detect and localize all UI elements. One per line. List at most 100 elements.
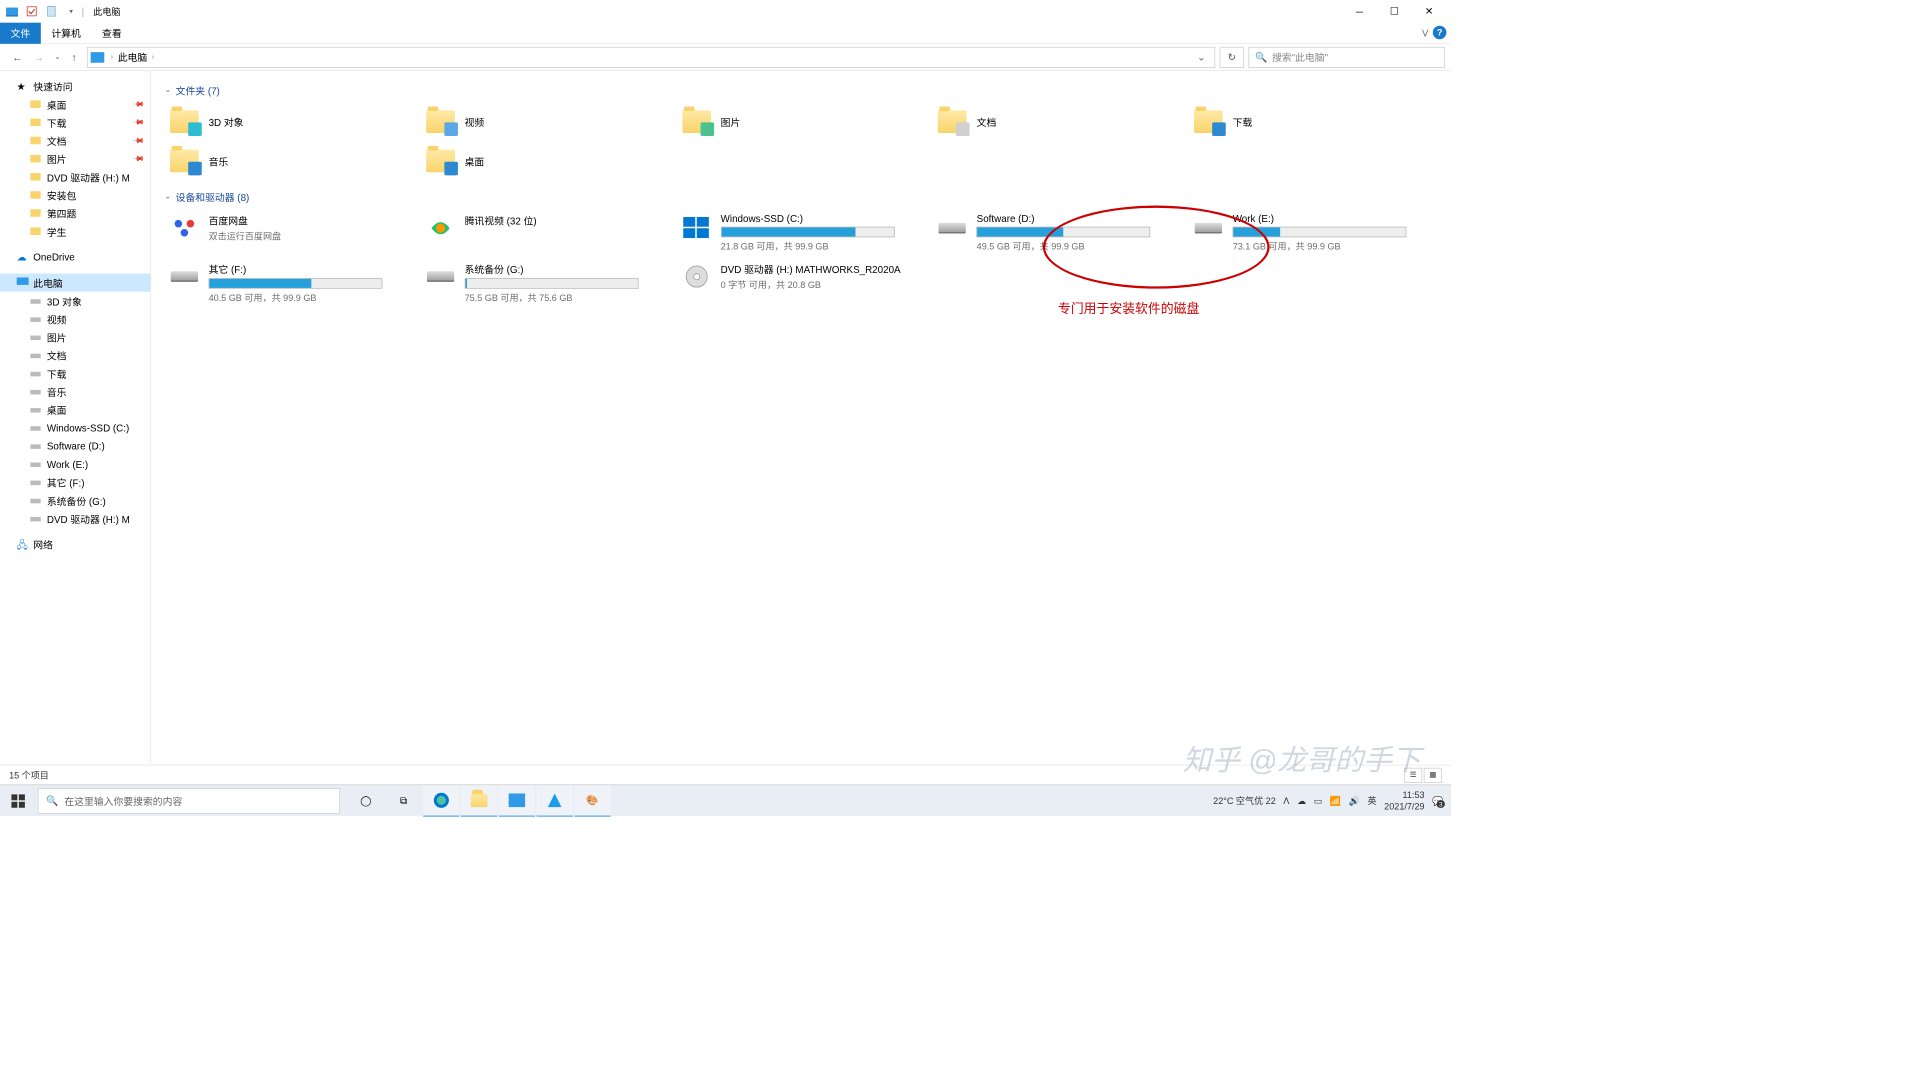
drive-item[interactable]: Software (D:)49.5 GB 可用，共 99.9 GB — [933, 210, 1181, 255]
pin-icon: 📌 — [132, 134, 145, 147]
sidebar-this-pc[interactable]: 此电脑 — [0, 274, 150, 292]
sidebar-item[interactable]: 文档 — [0, 346, 150, 364]
folder-item[interactable]: 音乐 — [165, 143, 413, 179]
folder-item[interactable]: 文档 — [933, 104, 1181, 140]
folder-item[interactable]: 视频 — [421, 104, 669, 140]
drive-icon — [424, 261, 457, 291]
taskbar-app-paint[interactable]: 🎨 — [574, 785, 610, 817]
sidebar-item[interactable]: 其它 (F:) — [0, 473, 150, 491]
sidebar-item[interactable]: 下载 — [0, 364, 150, 382]
chevron-down-icon: ⌄ — [165, 193, 171, 201]
sidebar-item[interactable]: 图片📌 — [0, 150, 150, 168]
qat-properties-icon[interactable] — [44, 4, 59, 19]
qat-dropdown-icon[interactable]: ▾ — [63, 4, 78, 19]
content-pane: ⌄文件夹 (7) 3D 对象视频图片文档下载音乐桌面 ⌄设备和驱动器 (8) 百… — [151, 71, 1451, 765]
folder-icon — [936, 107, 969, 137]
maximize-button[interactable]: ☐ — [1377, 0, 1412, 23]
start-button[interactable] — [0, 785, 36, 817]
sidebar-item[interactable]: 系统备份 (G:) — [0, 491, 150, 509]
sidebar-item[interactable]: 桌面📌 — [0, 95, 150, 113]
view-details-button[interactable]: ☰ — [1404, 767, 1422, 782]
tray-notifications[interactable]: 💬3 — [1432, 795, 1443, 806]
drive-item[interactable]: 其它 (F:)40.5 GB 可用，共 99.9 GB — [165, 258, 413, 306]
taskbar-app-edge[interactable] — [423, 785, 459, 817]
tab-computer[interactable]: 计算机 — [41, 22, 92, 43]
search-input[interactable]: 🔍 搜索"此电脑" — [1248, 46, 1444, 67]
folder-icon — [30, 99, 42, 110]
address-bar[interactable]: › 此电脑 › ⌄ — [87, 46, 1215, 67]
recent-dropdown[interactable]: ⌄ — [54, 53, 60, 61]
sidebar-item[interactable]: 桌面 — [0, 401, 150, 419]
tray-wifi-icon[interactable]: 📶 — [1330, 795, 1341, 806]
folder-icon — [1192, 107, 1225, 137]
sidebar-item[interactable]: 第四题 — [0, 204, 150, 222]
tray-ime[interactable]: 英 — [1368, 794, 1377, 807]
drive-item[interactable]: Windows-SSD (C:)21.8 GB 可用，共 99.9 GB — [677, 210, 925, 255]
up-button[interactable]: ↑ — [71, 51, 76, 63]
cortana-button[interactable]: ◯ — [348, 785, 384, 817]
address-dropdown-icon[interactable]: ⌄ — [1191, 51, 1211, 63]
tray-chevron-icon[interactable]: ᐱ — [1283, 795, 1289, 806]
sidebar-quick-access[interactable]: ★快速访问 — [0, 77, 150, 95]
section-folders-header[interactable]: ⌄文件夹 (7) — [165, 83, 1438, 97]
drive-item[interactable]: Work (E:)73.1 GB 可用，共 99.9 GB — [1189, 210, 1437, 255]
folder-item[interactable]: 桌面 — [421, 143, 669, 179]
titlebar: ▾ | 此电脑 ─ ☐ ✕ — [0, 0, 1451, 23]
sidebar-item[interactable]: 文档📌 — [0, 131, 150, 149]
sidebar-item[interactable]: Work (E:) — [0, 455, 150, 473]
taskbar-app-explorer[interactable] — [461, 785, 497, 817]
sidebar-network[interactable]: 🖧网络 — [0, 535, 150, 553]
taskbar-app-blue[interactable] — [537, 785, 573, 817]
tray-weather[interactable]: 22°C 空气优 22 — [1213, 794, 1276, 807]
taskbar-search[interactable]: 🔍 在这里输入你要搜索的内容 — [38, 788, 340, 814]
sidebar-item[interactable]: 安装包 — [0, 186, 150, 204]
minimize-button[interactable]: ─ — [1342, 0, 1377, 23]
forward-button[interactable]: → — [33, 51, 44, 63]
ribbon-expand-icon[interactable]: ⋁ — [1422, 29, 1428, 37]
sidebar-item[interactable]: 图片 — [0, 328, 150, 346]
folder-item[interactable]: 3D 对象 — [165, 104, 413, 140]
search-icon: 🔍 — [46, 795, 58, 807]
sidebar-onedrive[interactable]: ☁OneDrive — [0, 248, 150, 266]
folder-item[interactable]: 图片 — [677, 104, 925, 140]
folder-item[interactable]: 下载 — [1189, 104, 1437, 140]
sidebar-item[interactable]: Windows-SSD (C:) — [0, 419, 150, 437]
drive-item[interactable]: 腾讯视频 (32 位) — [421, 210, 669, 255]
sidebar-item[interactable]: DVD 驱动器 (H:) M — [0, 509, 150, 527]
tab-view[interactable]: 查看 — [91, 22, 132, 43]
sidebar-item[interactable]: DVD 驱动器 (H:) M — [0, 168, 150, 186]
statusbar: 15 个项目 ☰ ▦ — [0, 765, 1451, 785]
help-icon[interactable]: ? — [1433, 26, 1447, 40]
taskbar-app-settings[interactable] — [499, 785, 535, 817]
folder-icon — [30, 226, 42, 237]
crumb-arrow-icon[interactable]: › — [150, 53, 156, 61]
drive-icon — [30, 314, 42, 325]
drive-item[interactable]: DVD 驱动器 (H:) MATHWORKS_R2020A0 字节 可用，共 2… — [677, 258, 925, 306]
section-devices-header[interactable]: ⌄设备和驱动器 (8) — [165, 190, 1438, 204]
drive-usage-bar — [465, 278, 639, 289]
sidebar-item[interactable]: 视频 — [0, 310, 150, 328]
refresh-button[interactable]: ↻ — [1220, 46, 1244, 67]
task-view-button[interactable]: ⧉ — [385, 785, 421, 817]
sidebar-item[interactable]: Software (D:) — [0, 437, 150, 455]
sidebar-item[interactable]: 下载📌 — [0, 113, 150, 131]
drive-item[interactable]: 系统备份 (G:)75.5 GB 可用，共 75.6 GB — [421, 258, 669, 306]
tab-file[interactable]: 文件 — [0, 22, 41, 43]
view-icons-button[interactable]: ▦ — [1424, 767, 1442, 782]
folder-icon — [30, 153, 42, 164]
tray-battery-icon[interactable]: ▭ — [1314, 795, 1323, 806]
tray-volume-icon[interactable]: 🔊 — [1349, 795, 1360, 806]
tray-onedrive-icon[interactable]: ☁ — [1297, 795, 1306, 806]
back-button[interactable]: ← — [12, 51, 23, 63]
folder-icon — [168, 107, 201, 137]
drive-item[interactable]: 百度网盘双击运行百度网盘 — [165, 210, 413, 255]
sidebar-item[interactable]: 音乐 — [0, 382, 150, 400]
sidebar-item[interactable]: 3D 对象 — [0, 292, 150, 310]
breadcrumb[interactable]: 此电脑 — [115, 50, 151, 64]
star-icon: ★ — [17, 81, 29, 92]
close-button[interactable]: ✕ — [1412, 0, 1447, 23]
sidebar-item[interactable]: 学生 — [0, 222, 150, 240]
folder-icon — [424, 146, 457, 176]
tray-clock[interactable]: 11:53 2021/7/29 — [1384, 790, 1424, 812]
qat-checkbox-icon[interactable] — [24, 4, 39, 19]
